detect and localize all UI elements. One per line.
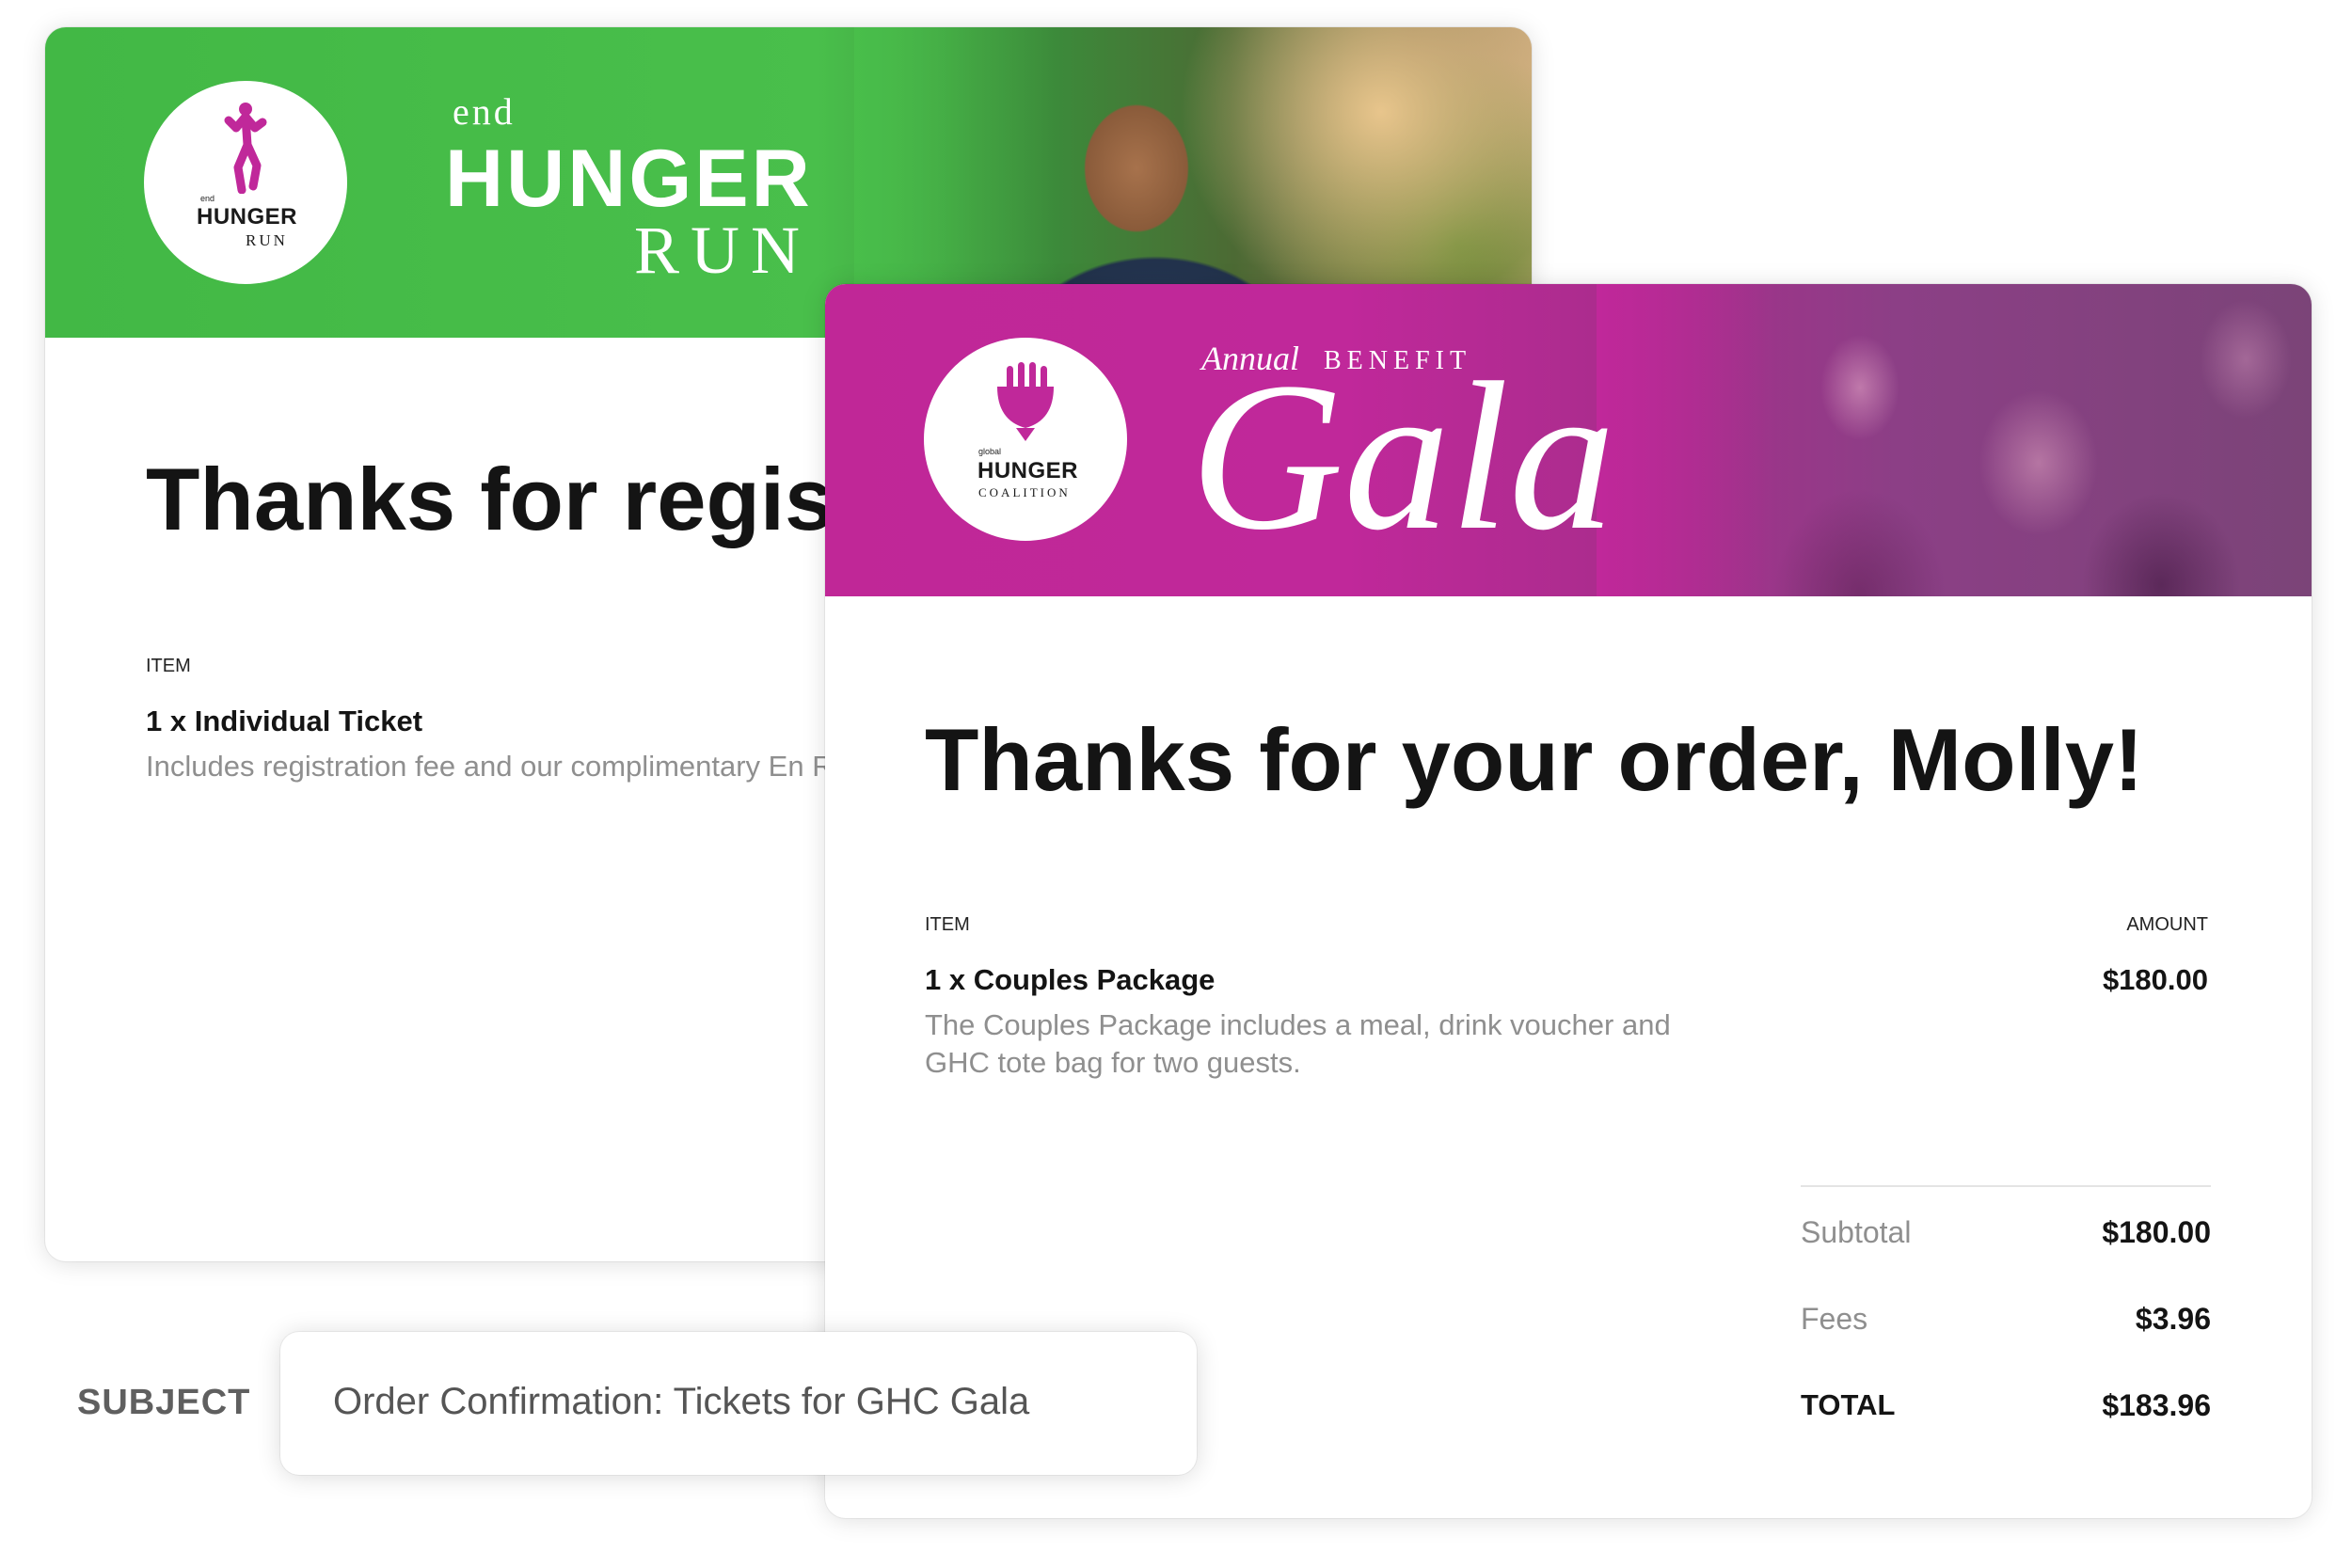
subtotal-label: Subtotal (1801, 1215, 1912, 1249)
subject-value[interactable]: Order Confirmation: Tickets for GHC Gala (333, 1381, 1029, 1423)
item-price: $180.00 (2102, 963, 2208, 996)
banner-gala-title: Gala (1190, 339, 1615, 574)
gala-header-banner: global HUNGER COALITION Annual BENEFIT G… (825, 284, 2312, 596)
gala-heading: Thanks for your order, Molly! (925, 710, 2144, 809)
logo-run-text: RUN (246, 231, 288, 249)
end-hunger-run-logo: end HUNGER RUN (144, 81, 347, 284)
banner-run-text: RUN (634, 213, 812, 288)
gala-guests-photo (1597, 284, 2312, 596)
amount-column-header: AMOUNT (2126, 914, 2208, 935)
run-heading: Thanks for registe (146, 450, 913, 548)
banner-end-text: end (453, 90, 516, 133)
fees-row: Fees $3.96 (1801, 1302, 2211, 1343)
subtotal-value: $180.00 (2102, 1215, 2211, 1249)
total-row: TOTAL $183.96 (1801, 1388, 2211, 1430)
fees-label: Fees (1801, 1302, 1868, 1336)
item-column-header: ITEM (146, 656, 191, 676)
subject-field[interactable]: Order Confirmation: Tickets for GHC Gala (280, 1332, 1197, 1475)
total-label: TOTAL (1801, 1388, 1896, 1421)
item-description: The Couples Package includes a meal, dri… (925, 1008, 1671, 1079)
global-hunger-coalition-logo: global HUNGER COALITION (924, 338, 1127, 541)
runner-figure-icon (224, 103, 267, 194)
subject-label: SUBJECT (77, 1383, 251, 1422)
subtotal-row: Subtotal $180.00 (1801, 1215, 2211, 1257)
logo-hunger-text: HUNGER (977, 458, 1079, 483)
item-name: 1 x Couples Package (925, 963, 1216, 996)
fees-value: $3.96 (2135, 1302, 2211, 1336)
logo-coalition-text: COALITION (978, 485, 1071, 499)
logo-hunger-text: HUNGER (197, 204, 298, 230)
total-value: $183.96 (2102, 1388, 2211, 1422)
logo-global-text: global (978, 447, 1002, 456)
logo-end-text: end (200, 194, 215, 203)
summary-divider (1801, 1185, 2211, 1187)
item-name: 1 x Individual Ticket (146, 705, 423, 737)
item-column-header: ITEM (925, 914, 970, 935)
fork-bowl-icon (997, 362, 1054, 441)
